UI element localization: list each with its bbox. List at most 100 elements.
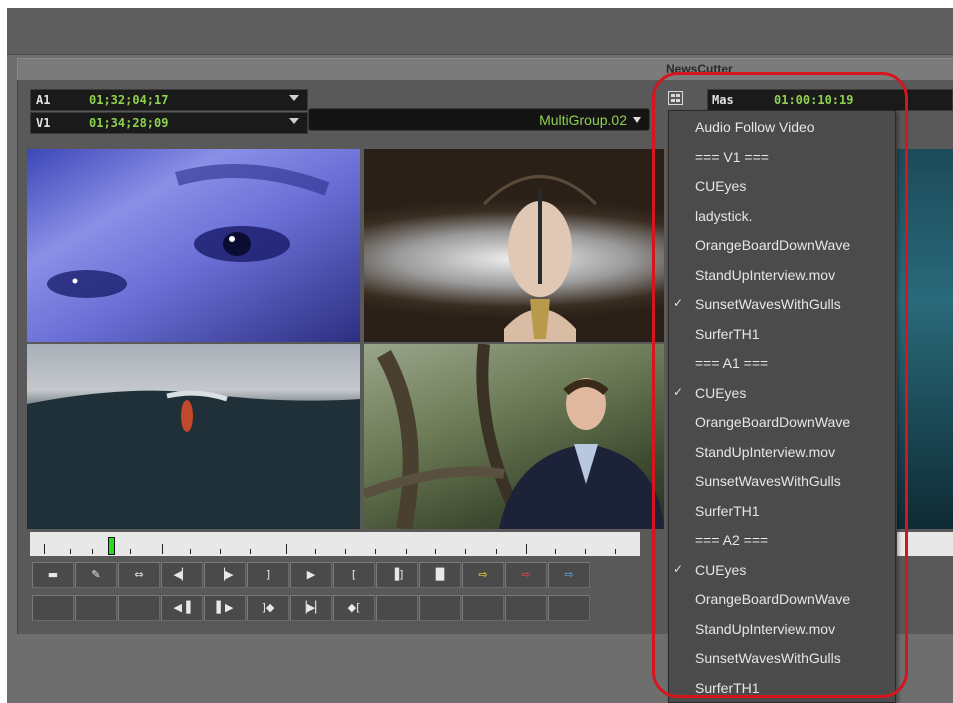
menu-item-a2-orangeboarddownwave[interactable]: OrangeBoardDownWave — [669, 585, 895, 615]
menu-item-label: ladystick. — [695, 207, 753, 224]
splice-in-button[interactable]: ⇨ — [462, 562, 504, 588]
blank-button-7[interactable] — [505, 595, 547, 621]
menu-item-label: SurferTH1 — [695, 325, 760, 342]
edit-tool-button[interactable]: ✎ — [75, 562, 117, 588]
step-backward-button[interactable]: ◀▏ — [161, 562, 203, 588]
timecode-v1[interactable]: V1 01;34;28;09 — [30, 112, 308, 134]
title-bar: NewsCutter — [17, 58, 953, 80]
menu-item-label: SunsetWavesWithGulls — [695, 650, 841, 666]
checkmark-icon: ✓ — [673, 296, 684, 310]
blank-button-4[interactable] — [376, 595, 418, 621]
position-indicator[interactable] — [108, 537, 115, 555]
menu-item-label: OrangeBoardDownWave — [695, 414, 851, 430]
mark-out-button[interactable]: ▐] — [376, 562, 418, 588]
surfer-image — [27, 390, 360, 529]
blank-button-8[interactable] — [548, 595, 590, 621]
menu-item-label: OrangeBoardDownWave — [695, 237, 851, 253]
menu-separator-a2: === A2 === — [669, 526, 895, 556]
menu-item-v1-orangeboarddownwave[interactable]: OrangeBoardDownWave — [669, 231, 895, 261]
clip-name-menu[interactable]: MultiGroup.02 — [308, 108, 650, 131]
chevron-down-icon[interactable] — [289, 95, 299, 101]
menu-item-a1-cueyes[interactable]: ✓ CUEyes — [669, 379, 895, 409]
video-quadrant-surfer[interactable] — [27, 344, 360, 529]
menu-item-a1-orangeboarddownwave[interactable]: OrangeBoardDownWave — [669, 408, 895, 438]
blank-button-5[interactable] — [419, 595, 461, 621]
checkmark-icon: ✓ — [673, 561, 684, 576]
mark-clip-button[interactable]: ▐▌ — [419, 562, 461, 588]
fast-forward-button[interactable]: ▌▶ — [204, 595, 246, 621]
blank-button-1[interactable] — [32, 595, 74, 621]
rewind-button[interactable]: ◀▐ — [161, 595, 203, 621]
clip-name: MultiGroup.02 — [539, 112, 627, 128]
menu-item-a2-sunsetwaveswithgulls[interactable]: SunsetWavesWithGulls — [669, 644, 895, 674]
position-bar[interactable] — [30, 532, 640, 556]
menu-item-label: StandUpInterview.mov — [695, 443, 836, 460]
eyes-image — [47, 164, 330, 298]
window-title: NewsCutter — [666, 62, 733, 76]
match-frame-button[interactable]: ◆[ — [333, 595, 375, 621]
menu-item-a1-sunsetwaveswithgulls[interactable]: SunsetWavesWithGulls — [669, 467, 895, 497]
menu-item-a1-surferth1[interactable]: SurferTH1 — [669, 497, 895, 527]
fit-to-window-button[interactable]: ⇔ — [118, 562, 160, 588]
play-in-to-out-button[interactable]: ▕▶▏ — [290, 595, 332, 621]
transport-controls-row-1: ▬ ✎ ⇔ ◀▏ ▕▶ ] ▶ [ ▐] ▐▌ ⇨ ⇨ ⇨ — [32, 562, 591, 588]
menu-item-audio-follow-video[interactable]: Audio Follow Video — [669, 113, 895, 143]
lift-button[interactable]: ⇨ — [548, 562, 590, 588]
menu-item-label: StandUpInterview.mov — [695, 620, 836, 637]
go-to-out-button[interactable]: ] — [247, 562, 289, 588]
menu-separator-v1: === V1 === — [669, 143, 895, 173]
master-label: Mas — [712, 93, 734, 107]
menu-item-label: OrangeBoardDownWave — [695, 591, 851, 607]
menu-item-label: SunsetWavesWithGulls — [695, 473, 841, 489]
menu-item-label: === A1 === — [695, 355, 769, 371]
record-position-bar[interactable] — [897, 532, 953, 556]
menu-item-v1-surferth1[interactable]: SurferTH1 — [669, 320, 895, 350]
top-toolbar-area — [7, 8, 953, 55]
track-label-v1: V1 — [36, 116, 51, 130]
menu-separator-a1: === A1 === — [669, 349, 895, 379]
menu-item-label: === V1 === — [695, 148, 769, 165]
multicam-source-menu: Audio Follow Video === V1 === CUEyes lad… — [668, 110, 896, 703]
blank-button-6[interactable] — [462, 595, 504, 621]
menu-item-label: === A2 === — [695, 532, 769, 548]
go-to-in-button[interactable]: ]◆ — [247, 595, 289, 621]
mark-in-button[interactable]: [ — [333, 562, 375, 588]
menu-item-label: SunsetWavesWithGulls — [695, 296, 841, 312]
lady-stick-image — [482, 175, 598, 342]
step-forward-button[interactable]: ▕▶ — [204, 562, 246, 588]
standup-interview-image — [364, 344, 664, 529]
menu-item-label: SurferTH1 — [695, 679, 760, 696]
chevron-down-icon[interactable] — [289, 118, 299, 124]
overwrite-button[interactable]: ⇨ — [505, 562, 547, 588]
menu-item-label: Audio Follow Video — [695, 119, 815, 135]
checkmark-icon: ✓ — [673, 384, 684, 399]
blank-button-2[interactable] — [75, 595, 117, 621]
master-timecode[interactable]: Mas 01:00:10:19 — [707, 89, 953, 111]
record-monitor-video[interactable] — [897, 149, 953, 529]
play-button[interactable]: ▶ — [290, 562, 332, 588]
menu-item-v1-cueyes[interactable]: CUEyes — [669, 172, 895, 202]
menu-item-label: CUEyes — [695, 561, 747, 578]
menu-item-v1-standupinterview[interactable]: StandUpInterview.mov — [669, 261, 895, 291]
menu-item-v1-sunsetwaveswithgulls[interactable]: ✓ SunsetWavesWithGulls — [669, 290, 895, 320]
video-quadrant-standup[interactable] — [364, 344, 664, 529]
video-quadrant-ladystick[interactable] — [364, 149, 664, 342]
menu-item-label: StandUpInterview.mov — [695, 266, 836, 283]
menu-item-a1-standupinterview[interactable]: StandUpInterview.mov — [669, 438, 895, 468]
menu-item-label: SurferTH1 — [695, 502, 760, 519]
chevron-down-icon[interactable] — [633, 117, 641, 123]
blank-button-3[interactable] — [118, 595, 160, 621]
menu-item-label: CUEyes — [695, 384, 747, 401]
video-quadrant-cueyes[interactable] — [27, 149, 360, 342]
timecode-a1[interactable]: A1 01;32;04;17 — [30, 89, 308, 111]
menu-item-v1-ladystick[interactable]: ladystick. — [669, 202, 895, 232]
track-label-a1: A1 — [36, 93, 51, 107]
timecode-value-a1: 01;32;04;17 — [89, 93, 169, 107]
menu-item-label: CUEyes — [695, 178, 747, 194]
menu-item-a2-cueyes[interactable]: ✓ CUEyes — [669, 556, 895, 586]
menu-item-a2-surferth1[interactable]: SurferTH1 — [669, 674, 895, 703]
menu-item-a2-standupinterview[interactable]: StandUpInterview.mov — [669, 615, 895, 645]
clip-info-button[interactable]: ▬ — [32, 562, 74, 588]
timecode-value-v1: 01;34;28;09 — [89, 116, 169, 130]
multicam-grid-icon[interactable] — [668, 91, 683, 105]
